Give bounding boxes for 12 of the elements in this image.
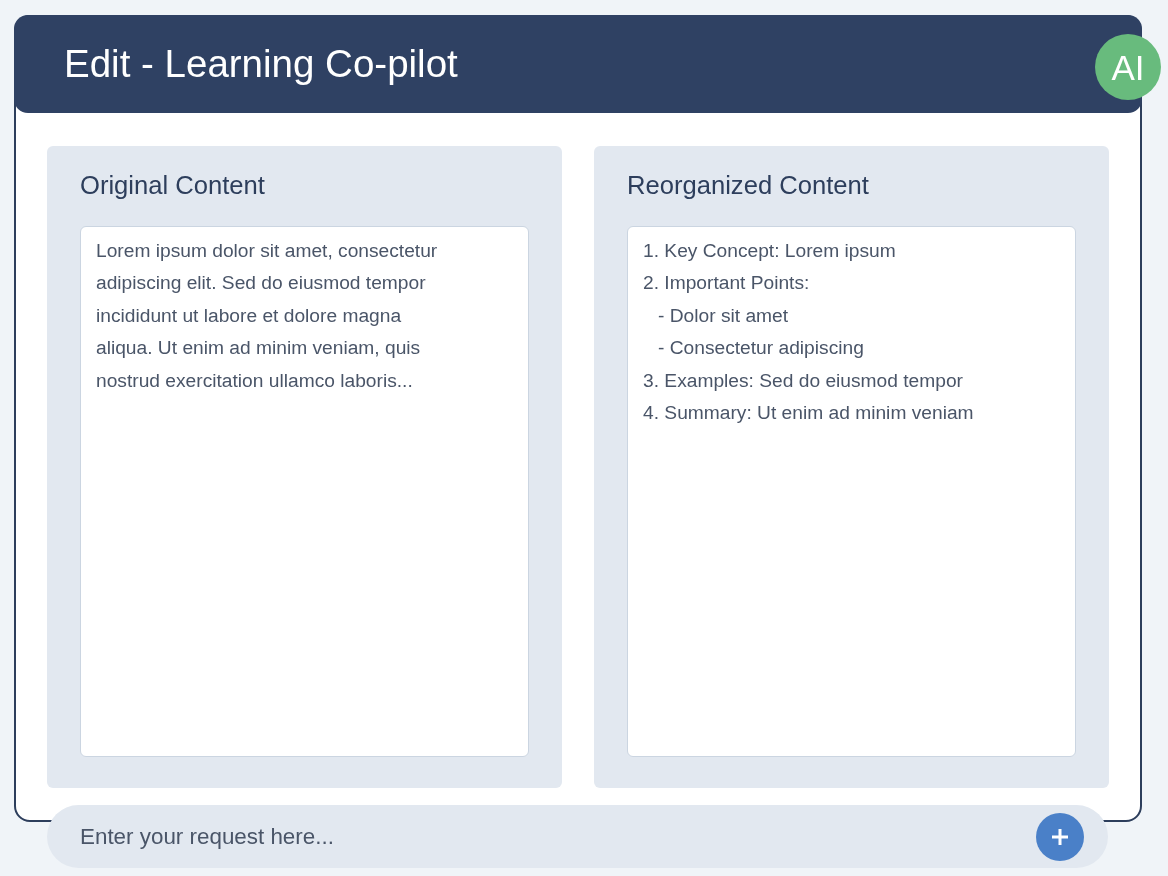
outline-item: - Dolor sit amet (658, 303, 789, 328)
window-title: Edit - Learning Co-pilot (64, 44, 458, 84)
outline-item: 3. Examples: Sed do eiusmod tempor (643, 368, 963, 393)
request-field[interactable]: Enter your request here... (47, 805, 1108, 868)
outline-item: 2. Important Points: (643, 271, 810, 296)
outline-item: 4. Summary: Ut enim ad minim veniam (643, 401, 974, 426)
plus-icon (1052, 829, 1068, 845)
content-paragraph: Lorem ipsum dolor sit amet, consectetur adipiscing elit. Sed do eiusmod tempor incididunt ut labore et dolore magna aliqua. Ut enim ad minim veniam, quis nostrud exercitation ullamco laboris... (96, 239, 439, 393)
outline-item: - Consectetur adipiscing (658, 336, 864, 361)
outline-item: 1. Key Concept: Lorem ipsum (643, 239, 896, 263)
panel-title: Reorganized Content (627, 170, 869, 201)
panel-title: Original Content (80, 170, 265, 201)
